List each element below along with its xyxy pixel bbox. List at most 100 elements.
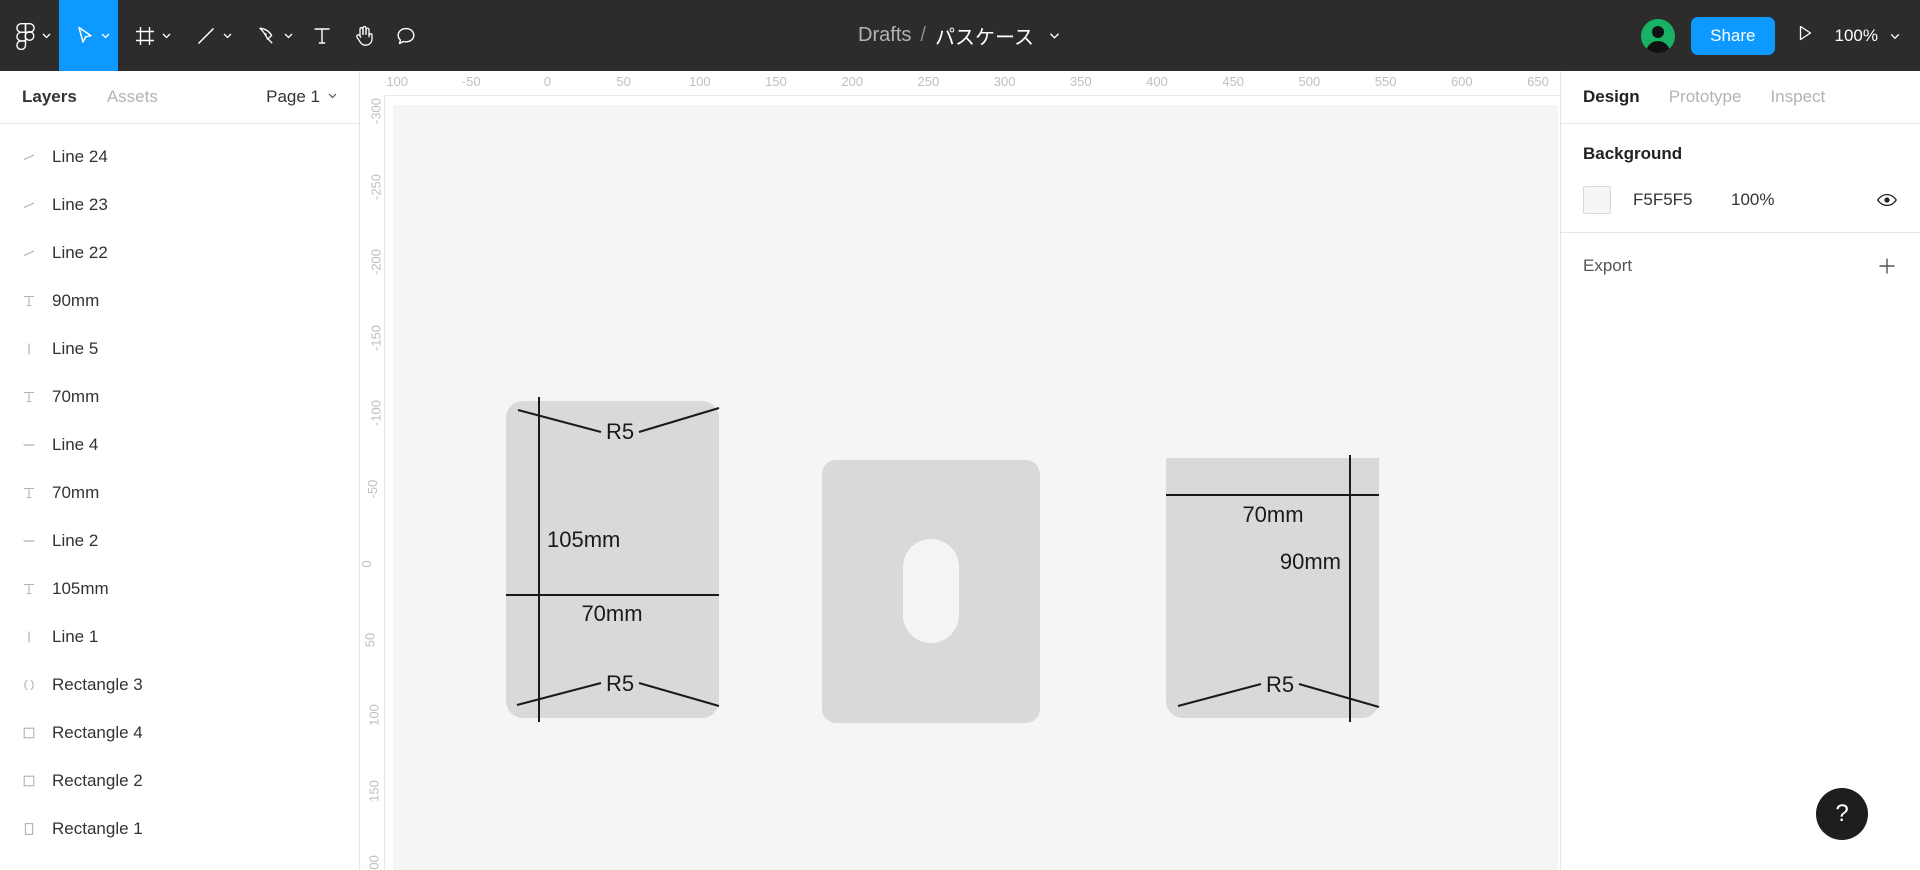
breadcrumb-project[interactable]: Drafts: [858, 24, 911, 47]
layer-row[interactable]: 105mm: [0, 565, 359, 613]
ruler-tick: -250: [368, 173, 384, 200]
rectangle-icon: [22, 774, 52, 788]
card-pocket-outline[interactable]: 70mm 90mm R5: [1166, 455, 1380, 722]
present-button[interactable]: [1789, 23, 1821, 48]
label-r5-bottom-2: R5: [1266, 672, 1294, 697]
color-swatch[interactable]: [1583, 186, 1611, 214]
main-menu-button[interactable]: [0, 0, 59, 71]
ruler-tick: 350: [1069, 74, 1092, 89]
tab-layers[interactable]: Layers: [22, 87, 77, 107]
layer-row[interactable]: Line 2: [0, 517, 359, 565]
layer-name: 70mm: [52, 387, 100, 406]
layer-name: Rectangle 2: [52, 771, 143, 790]
layer-name: Line 22: [52, 243, 108, 262]
chevron-down-icon[interactable]: [1047, 28, 1062, 43]
tab-design[interactable]: Design: [1583, 87, 1640, 107]
rectangle-tall-icon: [22, 822, 52, 836]
hand-tool-button[interactable]: [343, 0, 385, 71]
layer-row[interactable]: Rectangle 3: [0, 661, 359, 709]
layer-row[interactable]: 90mm: [0, 277, 359, 325]
layer-name: Line 5: [52, 339, 99, 358]
line-horizontal-icon: [22, 438, 52, 452]
page-selector[interactable]: Page 1: [266, 87, 339, 107]
layer-row[interactable]: 70mm: [0, 469, 359, 517]
comment-tool-button[interactable]: [385, 0, 427, 71]
ruler-tick: -50: [364, 479, 380, 498]
plus-icon[interactable]: [1876, 255, 1898, 277]
help-button[interactable]: ?: [1816, 788, 1868, 840]
layer-row[interactable]: Line 4: [0, 421, 359, 469]
line-diagonal-icon: [22, 198, 52, 212]
canvas[interactable]: R5 105mm 70mm R5 70mm 90mm R5 -100 -50 0…: [360, 71, 1560, 870]
page-selector-label: Page 1: [266, 87, 320, 106]
chevron-down-icon: [99, 29, 112, 42]
layer-row[interactable]: Line 23: [0, 181, 359, 229]
label-r5-top: R5: [606, 419, 634, 444]
pen-tool-button[interactable]: [240, 0, 301, 71]
layer-row[interactable]: 70mm: [0, 373, 359, 421]
ruler-tick: 150: [765, 74, 787, 89]
ruler-tick: 100: [688, 74, 711, 89]
layer-row[interactable]: Rectangle 4: [0, 709, 359, 757]
ruler-tick: 250: [917, 74, 940, 89]
layers-panel: Layers Assets Page 1 Line 24 Line 23 Line …: [0, 71, 360, 870]
avatar[interactable]: [1639, 16, 1678, 55]
ruler-tick: -100: [381, 74, 409, 89]
top-toolbar: Drafts / パスケース Share 100%: [0, 0, 1920, 71]
text-tool-button[interactable]: [301, 0, 343, 71]
layer-name: Line 1: [52, 627, 99, 646]
page-title[interactable]: パスケース: [935, 21, 1034, 50]
layer-name: Line 24: [52, 147, 108, 166]
design-frame[interactable]: R5 105mm 70mm R5 70mm 90mm R5: [393, 105, 1558, 870]
layer-row[interactable]: Line 22: [0, 229, 359, 277]
layer-name: Line 4: [52, 435, 99, 454]
line-diagonal-icon: [22, 150, 52, 164]
ruler-tick: 450: [1222, 74, 1245, 89]
right-panel-tabs: Design Prototype Inspect: [1561, 71, 1920, 124]
ruler-tick: 500: [1298, 74, 1321, 89]
layer-row[interactable]: Line 1: [0, 613, 359, 661]
layer-row[interactable]: Line 24: [0, 133, 359, 181]
ruler-tick: 600: [1450, 74, 1473, 89]
zoom-control[interactable]: 100%: [1835, 26, 1902, 46]
move-tool-button[interactable]: [59, 0, 118, 71]
label-105mm: 105mm: [547, 527, 620, 552]
chevron-down-icon: [160, 29, 173, 42]
label-70mm-width-2: 70mm: [1242, 502, 1303, 527]
pen-icon: [256, 25, 278, 47]
ruler-tick: 0: [543, 74, 552, 89]
label-r5-bottom: R5: [606, 671, 634, 696]
background-section: Background F5F5F5 100%: [1561, 124, 1920, 233]
export-title: Export: [1583, 256, 1633, 275]
share-button[interactable]: Share: [1691, 16, 1775, 55]
comment-icon: [395, 25, 417, 47]
zoom-level-label: 100%: [1834, 25, 1878, 45]
tab-assets[interactable]: Assets: [107, 87, 158, 107]
card-front-outline[interactable]: R5 105mm 70mm R5: [506, 397, 720, 722]
card-with-thumb-cutout[interactable]: [822, 460, 1040, 723]
design-panel: Design Prototype Inspect Background F5F5…: [1560, 71, 1920, 870]
eye-icon[interactable]: [1876, 189, 1898, 211]
breadcrumb-separator: /: [920, 24, 926, 46]
layer-name: 90mm: [52, 291, 100, 310]
tab-prototype[interactable]: Prototype: [1669, 87, 1742, 107]
opacity-field[interactable]: 100%: [1731, 190, 1774, 210]
ruler-tick: 150: [366, 779, 382, 802]
horizontal-ruler[interactable]: -100 -50 0 50 100 150 200 250 300 350 400 450 500 550…: [360, 71, 1560, 96]
ruler-tick: 300: [993, 74, 1016, 89]
chevron-down-icon: [221, 29, 234, 42]
ruler-tick: 0: [360, 560, 375, 568]
layer-row[interactable]: Rectangle 1: [0, 805, 359, 853]
layer-row[interactable]: Rectangle 2: [0, 757, 359, 805]
ruler-tick: -200: [368, 248, 384, 276]
tab-inspect[interactable]: Inspect: [1770, 87, 1825, 107]
figma-logo-icon: [16, 22, 36, 50]
layer-name: Rectangle 1: [52, 819, 143, 838]
vertical-ruler[interactable]: -300 -250 -200 -150 -100 -50 0 50 100 150 200: [360, 71, 385, 870]
frame-tool-button[interactable]: [118, 0, 179, 71]
chevron-down-icon: [282, 29, 295, 42]
export-section: Export: [1561, 233, 1920, 299]
shape-tool-button[interactable]: [179, 0, 240, 71]
color-hex-field[interactable]: F5F5F5: [1633, 190, 1731, 210]
layer-row[interactable]: Line 5: [0, 325, 359, 373]
